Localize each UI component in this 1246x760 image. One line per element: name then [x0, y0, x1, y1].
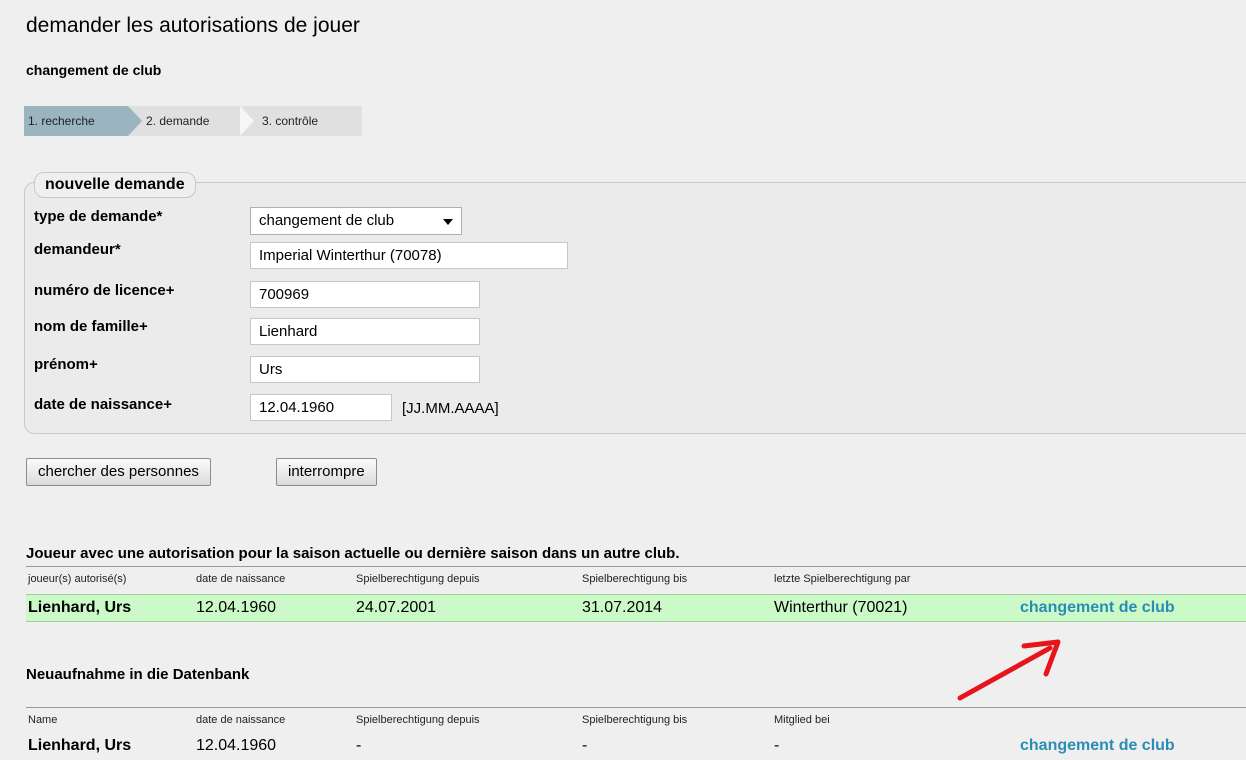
new-entry-title: Neuaufnahme in die Datenbank: [26, 666, 250, 683]
red-arrow-icon: [957, 639, 1061, 701]
type-select-value: changement de club: [259, 212, 395, 229]
birthdate-input[interactable]: 12.04.1960: [250, 394, 392, 421]
row2-to: -: [582, 737, 588, 754]
row2-member: -: [774, 737, 780, 754]
request-fieldset: [24, 182, 1246, 434]
authorized-players-title: Joueur avec une autorisation pour la sai…: [26, 545, 680, 562]
row2-name: Lienhard, Urs: [28, 737, 132, 754]
table1-header-player: joueur(s) autorisé(s): [28, 573, 127, 585]
cancel-button[interactable]: interrompre: [276, 458, 377, 486]
fieldset-legend: nouvelle demande: [34, 172, 196, 198]
step-arrow-shape: [128, 106, 142, 136]
row2-from: -: [356, 737, 362, 754]
table2-header-name: Name: [28, 714, 58, 726]
license-label: numéro de licence+: [34, 282, 175, 299]
applicant-input[interactable]: Imperial Winterthur (70078): [250, 242, 568, 269]
row2-birth: 12.04.1960: [196, 737, 277, 754]
row1-birth: 12.04.1960: [196, 599, 277, 616]
lastname-label: nom de famille+: [34, 318, 148, 335]
section-title: changement de club: [26, 62, 162, 78]
row1-club: Winterthur (70021): [774, 599, 908, 616]
table2-header-member: Mitglied bei: [774, 714, 830, 726]
search-persons-button[interactable]: chercher des personnes: [26, 458, 211, 486]
step-recherche: 1. recherche: [24, 106, 128, 136]
step-separator-shape: [240, 106, 254, 136]
row2-change-club-link[interactable]: changement de club: [1020, 737, 1175, 755]
table1-header-birth: date de naissance: [196, 573, 286, 585]
birthdate-label: date de naissance+: [34, 396, 172, 413]
step-breadcrumb: 1. recherche 2. demande 3. contrôle: [24, 106, 362, 136]
page-title: demander les autorisations de jouer: [26, 14, 360, 37]
step-demande: 2. demande: [146, 114, 210, 128]
firstname-input[interactable]: Urs: [250, 356, 480, 383]
table1-top-rule: [26, 566, 1246, 567]
table2-top-rule: [26, 707, 1246, 708]
table2-header-to: Spielberechtigung bis: [582, 714, 688, 726]
table2-header-from: Spielberechtigung depuis: [356, 714, 480, 726]
table2-header-birth: date de naissance: [196, 714, 286, 726]
row1-to: 31.07.2014: [582, 599, 663, 616]
lastname-input[interactable]: Lienhard: [250, 318, 480, 345]
applicant-label: demandeur*: [34, 241, 121, 258]
date-format-hint: [JJ.MM.AAAA]: [402, 400, 499, 417]
table1-header-from: Spielberechtigung depuis: [356, 573, 480, 585]
step-controle: 3. contrôle: [262, 114, 319, 128]
type-select[interactable]: changement de club: [250, 207, 462, 235]
firstname-label: prénom+: [34, 356, 98, 373]
chevron-down-icon: [443, 219, 453, 225]
table1-header-lastclub: letzte Spielberechtigung par: [774, 573, 911, 585]
table1-header-to: Spielberechtigung bis: [582, 573, 688, 585]
license-input[interactable]: 700969: [250, 281, 480, 308]
row1-change-club-link[interactable]: changement de club: [1020, 599, 1175, 617]
row1-name: Lienhard, Urs: [28, 599, 132, 616]
row1-from: 24.07.2001: [356, 599, 437, 616]
type-label: type de demande*: [34, 208, 163, 225]
